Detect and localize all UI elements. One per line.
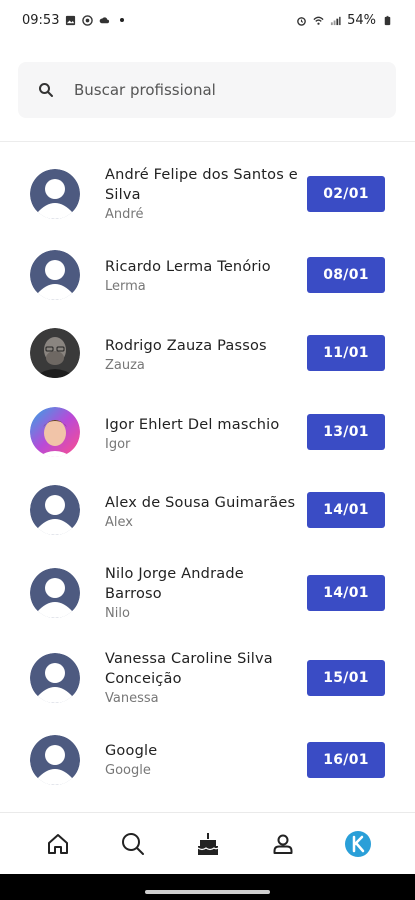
status-bar: 09:53 54% bbox=[0, 0, 415, 40]
date-button[interactable]: 14/01 bbox=[307, 492, 385, 528]
professional-info: Nilo Jorge Andrade Barroso Nilo bbox=[105, 564, 300, 623]
nav-home[interactable] bbox=[38, 824, 78, 864]
profile-photo bbox=[30, 328, 80, 378]
professional-info: Rodrigo Zauza Passos Zauza bbox=[105, 336, 300, 375]
professional-info: Ricardo Lerma Tenório Lerma bbox=[105, 257, 300, 296]
professional-info: Google Google bbox=[105, 741, 300, 780]
home-icon bbox=[47, 833, 68, 854]
professional-nickname: Google bbox=[105, 763, 151, 778]
avatar bbox=[30, 250, 80, 300]
professional-info: Igor Ehlert Del maschio Igor bbox=[105, 415, 300, 454]
professional-nickname: Lerma bbox=[105, 279, 146, 294]
search-icon bbox=[121, 832, 144, 855]
professional-nickname: Alex bbox=[105, 515, 133, 530]
default-avatar-icon bbox=[30, 568, 80, 618]
default-avatar-icon bbox=[30, 735, 80, 785]
professional-info: Vanessa Caroline Silva Conceição Vanessa bbox=[105, 649, 300, 708]
search-section bbox=[0, 40, 415, 142]
profile-photo bbox=[30, 407, 80, 457]
status-right: 54% bbox=[296, 13, 393, 28]
bottom-navigation bbox=[0, 812, 415, 874]
list-item[interactable]: Nilo Jorge Andrade Barroso Nilo 14/01 bbox=[0, 558, 415, 628]
date-button[interactable]: 08/01 bbox=[307, 257, 385, 293]
search-bar[interactable] bbox=[18, 62, 396, 118]
list-item[interactable]: Google Google 16/01 bbox=[0, 725, 415, 795]
avatar bbox=[30, 568, 80, 618]
nav-birthdays[interactable] bbox=[188, 824, 228, 864]
default-avatar-icon bbox=[30, 169, 80, 219]
default-avatar-icon bbox=[30, 250, 80, 300]
professional-name: André Felipe dos Santos e Silva bbox=[105, 167, 298, 203]
professional-name: Google bbox=[105, 743, 158, 759]
list-item[interactable]: Ricardo Lerma Tenório Lerma 08/01 bbox=[0, 240, 415, 310]
professional-nickname: Igor bbox=[105, 437, 131, 452]
professional-nickname: André bbox=[105, 207, 144, 222]
default-avatar-icon bbox=[30, 485, 80, 535]
default-avatar-icon bbox=[30, 653, 80, 703]
avatar bbox=[30, 653, 80, 703]
date-button[interactable]: 15/01 bbox=[307, 660, 385, 696]
search-icon bbox=[39, 83, 53, 97]
list-item[interactable]: Vanessa Caroline Silva Conceição Vanessa… bbox=[0, 643, 415, 713]
date-button[interactable]: 11/01 bbox=[307, 335, 385, 371]
app-notification-icon bbox=[82, 14, 94, 26]
status-left: 09:53 bbox=[22, 12, 125, 28]
battery-percent: 54% bbox=[347, 12, 376, 28]
list-item[interactable]: Rodrigo Zauza Passos Zauza 11/01 bbox=[0, 318, 415, 388]
battery-icon bbox=[384, 15, 391, 25]
professional-nickname: Vanessa bbox=[105, 691, 159, 706]
professional-name: Igor Ehlert Del maschio bbox=[105, 417, 280, 433]
signal-icon bbox=[331, 16, 341, 25]
professional-info: Alex de Sousa Guimarães Alex bbox=[105, 493, 300, 532]
avatar bbox=[30, 169, 80, 219]
app-logo-icon bbox=[344, 830, 371, 857]
professional-nickname: Nilo bbox=[105, 606, 130, 621]
professional-name: Nilo Jorge Andrade Barroso bbox=[105, 566, 244, 602]
avatar bbox=[30, 735, 80, 785]
date-button[interactable]: 14/01 bbox=[307, 575, 385, 611]
list-item[interactable]: André Felipe dos Santos e Silva André 02… bbox=[0, 159, 415, 229]
avatar bbox=[30, 328, 80, 378]
professional-name: Ricardo Lerma Tenório bbox=[105, 259, 271, 275]
list-item[interactable]: Igor Ehlert Del maschio Igor 13/01 bbox=[0, 397, 415, 467]
avatar bbox=[30, 407, 80, 457]
nav-profile[interactable] bbox=[263, 824, 303, 864]
date-button[interactable]: 16/01 bbox=[307, 742, 385, 778]
alarm-icon bbox=[297, 16, 306, 26]
professional-list: André Felipe dos Santos e Silva André 02… bbox=[0, 142, 415, 812]
person-icon bbox=[273, 834, 292, 854]
wifi-icon bbox=[313, 16, 324, 25]
home-gesture-handle[interactable] bbox=[145, 890, 270, 894]
status-time: 09:53 bbox=[22, 12, 60, 28]
professional-name: Rodrigo Zauza Passos bbox=[105, 338, 267, 354]
list-item[interactable]: Alex de Sousa Guimarães Alex 14/01 bbox=[0, 475, 415, 545]
date-button[interactable]: 02/01 bbox=[307, 176, 385, 212]
professional-info: André Felipe dos Santos e Silva André bbox=[105, 165, 300, 224]
nav-search[interactable] bbox=[113, 824, 153, 864]
professional-name: Alex de Sousa Guimarães bbox=[105, 495, 296, 511]
nav-app-logo[interactable] bbox=[338, 824, 378, 864]
date-button[interactable]: 13/01 bbox=[307, 414, 385, 450]
system-gesture-bar bbox=[0, 874, 415, 900]
search-input[interactable] bbox=[74, 81, 354, 99]
avatar bbox=[30, 485, 80, 535]
cake-icon bbox=[197, 832, 218, 855]
professional-name: Vanessa Caroline Silva Conceição bbox=[105, 651, 273, 687]
professional-nickname: Zauza bbox=[105, 358, 145, 373]
cloud-icon bbox=[100, 16, 110, 23]
image-notification-icon bbox=[66, 15, 76, 25]
more-notifications-dot bbox=[120, 18, 125, 22]
